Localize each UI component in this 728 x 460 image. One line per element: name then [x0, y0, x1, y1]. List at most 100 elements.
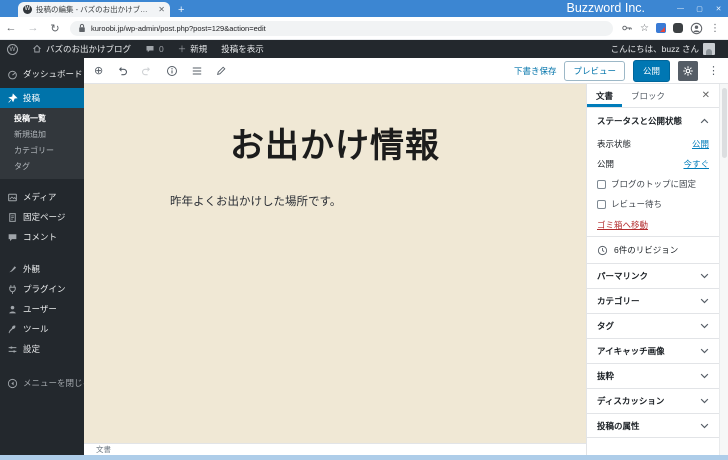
wordpress-logo-icon: W: [7, 44, 18, 55]
publish-button[interactable]: 公開: [633, 60, 670, 82]
extension-icon[interactable]: [673, 23, 683, 33]
section-label: ディスカッション: [597, 395, 664, 407]
sidebar-item-dashboard[interactable]: ダッシュボード: [0, 64, 84, 84]
key-icon[interactable]: [621, 22, 633, 34]
account-menu[interactable]: こんにちは、buzz さん: [604, 40, 728, 58]
move-to-trash-link[interactable]: ゴミ箱へ移動: [597, 219, 648, 231]
visibility-value-link[interactable]: 公開: [692, 138, 709, 150]
browser-tab[interactable]: W 投稿の編集 - バズのお出かけブログ - ✕: [18, 2, 170, 17]
sticky-checkbox[interactable]: [597, 180, 606, 189]
address-bar[interactable]: kuroobi.jp/wp-admin/post.php?post=129&ac…: [70, 21, 613, 36]
tab-title: 投稿の編集 - バズのお出かけブログ -: [36, 4, 154, 15]
page-icon: [7, 212, 18, 223]
browser-titlebar: W 投稿の編集 - バズのお出かけブログ - ✕ + Buzzword Inc.…: [0, 0, 728, 17]
sidebar-item-settings[interactable]: 設定: [0, 339, 84, 359]
sidebar-item-tools[interactable]: ツール: [0, 319, 84, 339]
scrollbar-thumb[interactable]: [722, 88, 727, 158]
forward-icon[interactable]: →: [22, 22, 44, 34]
comment-bubble-icon: [145, 44, 155, 54]
brush-icon: [7, 264, 18, 275]
clock-icon: [597, 245, 608, 256]
comments-menu[interactable]: 0: [138, 40, 171, 58]
collapse-menu-button[interactable]: メニューを閉じる: [0, 373, 84, 393]
chevron-down-icon: [700, 273, 709, 279]
view-post-menu[interactable]: 投稿を表示: [214, 40, 271, 58]
preview-button[interactable]: プレビュー: [564, 61, 625, 81]
new-content-menu[interactable]: ＋ 新規: [171, 40, 215, 58]
pending-checkbox[interactable]: [597, 200, 606, 209]
redo-icon[interactable]: [141, 65, 153, 76]
sticky-checkbox-row: ブログのトップに固定: [587, 174, 719, 194]
tab-document[interactable]: 文書: [587, 84, 622, 107]
editor-tools: ⊕: [84, 64, 227, 77]
gear-icon: [682, 65, 694, 77]
undo-icon[interactable]: [116, 65, 128, 76]
sidebar-item-media[interactable]: メディア: [0, 187, 84, 207]
new-tab-button[interactable]: +: [178, 4, 184, 16]
submenu-item-categories[interactable]: カテゴリー: [0, 142, 84, 158]
publish-label: 公開: [597, 158, 614, 170]
editor-footer: 文書: [84, 443, 586, 455]
profile-icon[interactable]: [690, 22, 703, 35]
wp-logo-menu[interactable]: W: [0, 40, 25, 58]
trash-row: ゴミ箱へ移動: [587, 214, 719, 236]
sidebar-item-pages[interactable]: 固定ページ: [0, 207, 84, 227]
extension-capture-icon[interactable]: [656, 23, 666, 33]
plus-icon: ＋: [178, 43, 187, 55]
edit-pencil-icon[interactable]: [216, 65, 227, 76]
back-icon[interactable]: ←: [0, 22, 22, 34]
section-tags[interactable]: タグ: [587, 313, 719, 338]
post-title[interactable]: お出かけ情報: [84, 118, 586, 167]
section-status[interactable]: ステータスと公開状態: [587, 108, 719, 134]
minimize-button[interactable]: —: [671, 0, 690, 17]
section-permalink[interactable]: パーマリンク: [587, 263, 719, 288]
footer-breadcrumb[interactable]: 文書: [96, 444, 111, 455]
post-paragraph[interactable]: 昨年よくお出かけした場所です。: [170, 193, 586, 209]
user-icon: [7, 304, 18, 315]
info-icon[interactable]: [166, 65, 178, 77]
sidebar-label: メニューを閉じる: [23, 377, 91, 389]
url-text[interactable]: kuroobi.jp/wp-admin/post.php?post=129&ac…: [91, 24, 266, 33]
sidebar-label: ユーザー: [23, 303, 57, 315]
more-options-icon[interactable]: ⋮: [706, 64, 721, 77]
submenu-item-tags[interactable]: タグ: [0, 158, 84, 174]
wp-admin-bar: W バズのお出かけブログ 0 ＋ 新規 投稿を表示 こんにちは、buzz さん: [0, 40, 728, 58]
refresh-icon[interactable]: ↻: [44, 22, 66, 35]
toolbar-icons: ☆ ⋮: [621, 22, 728, 35]
sidebar-item-plugins[interactable]: プラグイン: [0, 279, 84, 299]
sidebar-item-appearance[interactable]: 外観: [0, 259, 84, 279]
sidebar-item-comments[interactable]: コメント: [0, 227, 84, 247]
close-button[interactable]: ✕: [709, 0, 728, 17]
panel-close-icon[interactable]: ✕: [693, 84, 719, 107]
panel-scrollbar[interactable]: [719, 84, 728, 455]
section-categories[interactable]: カテゴリー: [587, 288, 719, 313]
section-post-attributes[interactable]: 投稿の属性: [587, 413, 719, 438]
editor-canvas[interactable]: お出かけ情報 昨年よくお出かけした場所です。: [84, 84, 586, 443]
media-icon: [7, 192, 18, 203]
chevron-down-icon: [700, 298, 709, 304]
section-discussion[interactable]: ディスカッション: [587, 388, 719, 413]
browser-menu-icon[interactable]: ⋮: [710, 23, 720, 34]
section-featured-image[interactable]: アイキャッチ画像: [587, 338, 719, 363]
settings-toggle-button[interactable]: [678, 61, 698, 81]
sidebar-label: メディア: [23, 191, 56, 203]
tab-block[interactable]: ブロック: [622, 84, 674, 107]
add-block-icon[interactable]: ⊕: [94, 64, 103, 77]
sidebar-item-users[interactable]: ユーザー: [0, 299, 84, 319]
tab-close-icon[interactable]: ✕: [158, 5, 165, 14]
comment-count: 0: [159, 44, 164, 54]
submenu-item-add-new[interactable]: 新規追加: [0, 126, 84, 142]
revisions-row[interactable]: 6件のリビジョン: [587, 236, 719, 263]
site-name-menu[interactable]: バズのお出かけブログ: [25, 40, 138, 58]
submenu-item-all-posts[interactable]: 投稿一覧: [0, 110, 84, 126]
publish-value-link[interactable]: 今すぐ: [683, 158, 709, 170]
maximize-button[interactable]: ▢: [690, 0, 709, 17]
settings-icon: [7, 344, 18, 355]
block-navigation-icon[interactable]: [191, 66, 203, 76]
save-draft-button[interactable]: 下書き保存: [514, 65, 557, 77]
sidebar-item-posts[interactable]: 投稿: [0, 88, 84, 108]
section-label: 抜粋: [597, 370, 614, 382]
chevron-down-icon: [700, 423, 709, 429]
bookmark-star-icon[interactable]: ☆: [640, 23, 649, 34]
section-excerpt[interactable]: 抜粋: [587, 363, 719, 388]
